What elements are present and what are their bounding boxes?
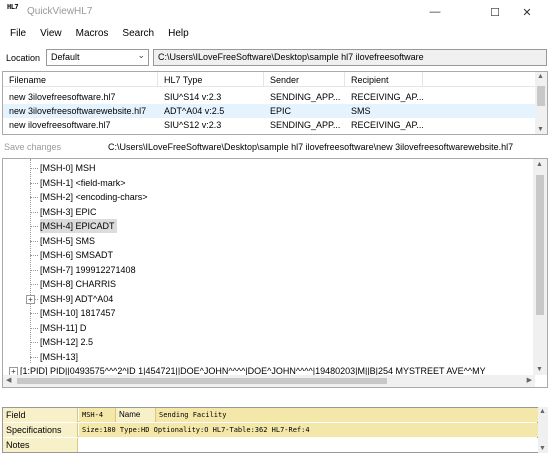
tree-connector xyxy=(30,313,38,314)
tree-connector xyxy=(30,240,38,242)
info-row-notes: Notes xyxy=(3,438,539,452)
tree-horizontal-scrollbar[interactable]: ◀ ▶ xyxy=(3,375,535,387)
scroll-up-icon[interactable]: ▲ xyxy=(537,73,544,80)
tree-connector xyxy=(30,197,38,198)
field-info-panel: Field MSH-4 Name Sending Facility Specif… xyxy=(2,407,539,453)
tree-node-selected[interactable]: [MSH-4] EPICADT xyxy=(40,219,117,233)
location-label: Location xyxy=(6,53,41,63)
tree-connector xyxy=(30,168,38,169)
tree-connector xyxy=(30,327,38,329)
tree-connector xyxy=(30,226,38,227)
file-list: Filename HL7 Type Sender Recipient new 3… xyxy=(2,71,548,135)
tree-node[interactable]: [MSH-9] ADT^A04 xyxy=(40,292,113,306)
tree-node[interactable]: [MSH-7] 199912271408 xyxy=(40,263,136,277)
tree-vertical-scrollbar[interactable]: ▲ ▼ xyxy=(533,159,547,375)
scroll-up-icon[interactable]: ▲ xyxy=(539,408,546,415)
file-recipient: RECEIVING_AP... xyxy=(351,92,423,102)
tree-node[interactable]: [MSH-6] SMSADT xyxy=(40,248,113,262)
tree-node[interactable]: [MSH-1] <field-mark> xyxy=(40,176,126,190)
tree-node[interactable]: [MSH-10] 1817457 xyxy=(40,306,116,320)
file-hl7-type: SIU^S12 v:2.3 xyxy=(164,120,222,130)
tree-node[interactable]: [MSH-11] D xyxy=(40,321,86,335)
scrollbar-thumb[interactable] xyxy=(17,378,387,384)
save-bar: Save changes C:\Users\ILoveFreeSoftware\… xyxy=(0,139,550,157)
column-header-recipient[interactable]: Recipient xyxy=(345,72,423,87)
file-sender: SENDING_APP... xyxy=(270,92,341,102)
info-row-specifications: Specifications Size:180 Type:HD Optional… xyxy=(3,423,539,437)
file-hl7-type: ADT^A04 v:2.5 xyxy=(164,106,225,116)
tree-connector xyxy=(30,284,38,285)
tree-node[interactable]: [MSH-12] 2.5 xyxy=(40,335,93,349)
minimize-button[interactable]: — xyxy=(412,0,458,24)
tree-connector-line xyxy=(30,159,31,363)
chevron-down-icon: ⌄ xyxy=(137,50,145,60)
location-path-field[interactable]: C:\Users\ILoveFreeSoftware\Desktop\sampl… xyxy=(153,49,547,66)
file-recipient: RECEIVING_AP... xyxy=(351,120,423,130)
menu-search[interactable]: Search xyxy=(115,25,161,43)
file-name: new 3ilovefreesoftwarewebsite.hl7 xyxy=(9,106,147,116)
tree-connector xyxy=(30,342,38,343)
title-bar: HL7 QuickViewHL7 — ☐ ✕ xyxy=(0,0,550,24)
menu-macros[interactable]: Macros xyxy=(69,25,116,43)
tree-node[interactable]: [MSH-0] MSH xyxy=(40,161,96,175)
tree-connector xyxy=(30,356,38,358)
file-row-selected[interactable]: new 3ilovefreesoftwarewebsite.hl7 ADT^A0… xyxy=(3,104,536,118)
tree-connector xyxy=(30,182,38,184)
notes-label: Notes xyxy=(3,438,78,452)
tree-connector xyxy=(30,255,38,256)
file-name: new ilovefreesoftware.hl7 xyxy=(9,120,111,130)
message-tree: [MSH-0] MSH [MSH-1] <field-mark> [MSH-2] <… xyxy=(2,158,548,388)
current-file-path: C:\Users\ILoveFreeSoftware\Desktop\sampl… xyxy=(108,142,514,152)
tree-node[interactable]: [MSH-5] SMS xyxy=(40,234,95,248)
specifications-value: Size:180 Type:HD Optionality:O HL7-Table… xyxy=(79,423,539,437)
menu-help[interactable]: Help xyxy=(161,25,196,43)
scrollbar-thumb[interactable] xyxy=(536,175,544,315)
file-row[interactable]: new 3ilovefreesoftware.hl7 SIU^S14 v:2.3… xyxy=(3,90,536,104)
file-list-scrollbar[interactable]: ▲ ▼ xyxy=(535,72,547,134)
field-label: Field xyxy=(3,408,78,422)
file-row[interactable]: new ilovefreesoftware.hl7 SIU^S12 v:2.3 … xyxy=(3,118,536,132)
tree-node[interactable]: [MSH-3] EPIC xyxy=(40,205,97,219)
file-list-header: Filename HL7 Type Sender Recipient xyxy=(3,72,536,87)
file-recipient: SMS xyxy=(351,106,371,116)
tree-connector xyxy=(30,211,38,213)
field-id-value: MSH-4 xyxy=(79,408,116,422)
menu-bar: File View Macros Search Help xyxy=(0,25,550,43)
window-title: QuickViewHL7 xyxy=(27,6,93,17)
info-panel-scrollbar[interactable]: ▲ ▼ xyxy=(538,407,548,453)
expand-icon[interactable]: + xyxy=(26,294,35,304)
tree-connector xyxy=(30,269,38,271)
location-bar: Location Default ⌄ C:\Users\ILoveFreeSof… xyxy=(0,47,550,67)
file-hl7-type: SIU^S14 v:2.3 xyxy=(164,92,222,102)
location-dropdown-value: Default xyxy=(51,52,80,62)
scroll-left-icon[interactable]: ◀ xyxy=(6,376,11,384)
field-name-value: Sending Facility xyxy=(156,408,539,422)
scroll-down-icon[interactable]: ▼ xyxy=(536,366,543,373)
notes-value xyxy=(79,438,539,452)
file-sender: EPIC xyxy=(270,106,292,116)
tree-node[interactable]: [MSH-2] <encoding-chars> xyxy=(40,190,148,204)
menu-file[interactable]: File xyxy=(0,25,33,43)
file-sender: SENDING_APP... xyxy=(270,120,341,130)
name-label: Name xyxy=(116,408,156,422)
column-header-hl7-type[interactable]: HL7 Type xyxy=(158,72,264,87)
location-dropdown[interactable]: Default ⌄ xyxy=(46,49,149,66)
scroll-down-icon[interactable]: ▼ xyxy=(537,126,544,133)
tree-node[interactable]: [MSH-13] xyxy=(40,350,78,364)
file-name: new 3ilovefreesoftware.hl7 xyxy=(9,92,116,102)
scrollbar-thumb[interactable] xyxy=(537,86,545,106)
scroll-down-icon[interactable]: ▼ xyxy=(539,445,546,452)
column-header-filename[interactable]: Filename xyxy=(3,72,158,87)
save-changes-button[interactable]: Save changes xyxy=(4,142,61,152)
close-button[interactable]: ✕ xyxy=(504,0,550,24)
menu-view[interactable]: View xyxy=(33,25,69,43)
scroll-up-icon[interactable]: ▲ xyxy=(536,161,543,168)
tree-node[interactable]: [MSH-8] CHARRIS xyxy=(40,277,116,291)
specifications-label: Specifications xyxy=(3,423,78,437)
column-header-sender[interactable]: Sender xyxy=(264,72,345,87)
info-row-field: Field MSH-4 Name Sending Facility xyxy=(3,408,539,422)
app-logo-icon: HL7 xyxy=(7,3,19,11)
scroll-right-icon[interactable]: ▶ xyxy=(527,376,532,384)
